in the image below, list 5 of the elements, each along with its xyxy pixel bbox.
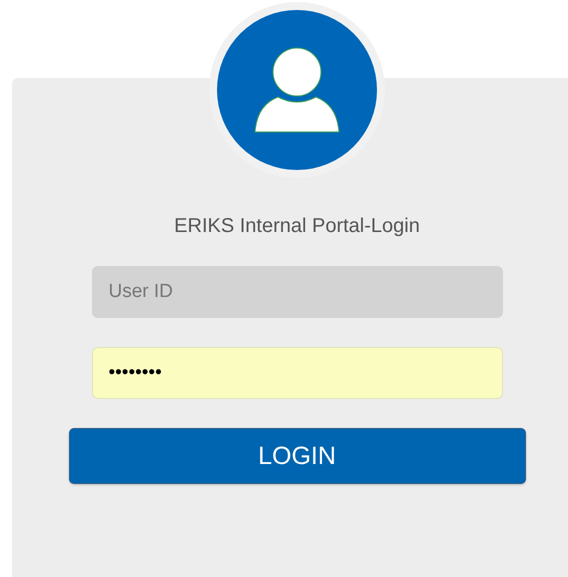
user-id-field[interactable]: User ID	[92, 266, 502, 318]
password-field[interactable]: ••••••••	[92, 347, 502, 399]
login-button[interactable]: LOGIN	[68, 428, 526, 484]
portal-title: ERIKS Internal Portal-Login	[174, 214, 420, 238]
user-icon	[254, 47, 340, 133]
